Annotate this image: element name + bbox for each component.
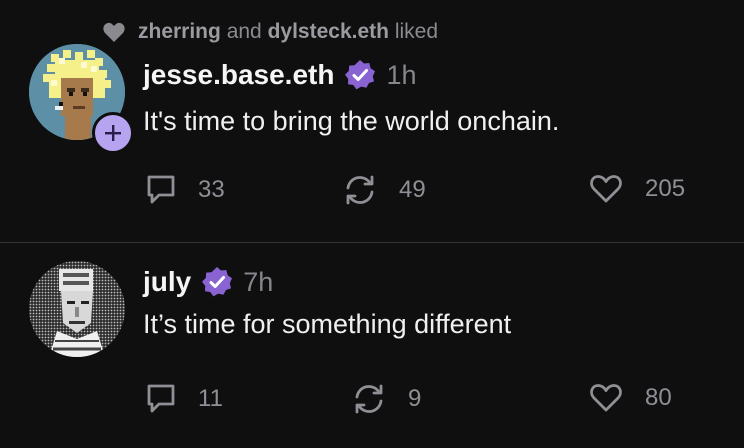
like-count: 80 — [645, 384, 672, 411]
like-heart-icon — [590, 384, 622, 412]
comment-icon — [147, 175, 175, 204]
avatar-image — [29, 261, 125, 357]
like-heart-icon — [590, 175, 622, 203]
cast-header: jesse.base.eth 1h — [143, 56, 417, 94]
cast-text: It's time to bring the world onchain. — [143, 106, 560, 136]
like-button[interactable]: 205 — [589, 174, 685, 204]
verified-icon — [345, 60, 376, 90]
reply-button[interactable]: 11 — [146, 383, 223, 415]
reply-count: 11 — [198, 385, 223, 412]
recast-icon — [346, 175, 374, 205]
username[interactable]: july — [143, 266, 191, 298]
recast-count: 49 — [399, 176, 426, 203]
reply-count: 33 — [198, 176, 225, 203]
heart-icon — [103, 22, 125, 42]
feed: zherring and dylsteck.eth liked jesse.ba… — [0, 0, 744, 448]
cast-header: july 7h — [143, 263, 273, 301]
liked-by-text: zherring and dylsteck.eth liked — [138, 20, 438, 44]
cast-item[interactable]: jesse.base.eth 1h It's time to bring the… — [0, 44, 744, 242]
avatar[interactable] — [29, 261, 125, 357]
liked-by-conjunction: and — [226, 20, 262, 43]
recast-button[interactable]: 49 — [343, 174, 426, 206]
recast-count: 9 — [408, 385, 422, 412]
liked-by-user-2[interactable]: dylsteck.eth — [268, 20, 389, 43]
timestamp: 1h — [386, 59, 417, 90]
comment-icon — [147, 384, 175, 413]
like-button[interactable]: 80 — [589, 383, 672, 413]
cast-text: It’s time for something different — [143, 309, 512, 339]
recast-button[interactable]: 9 — [352, 383, 421, 415]
follow-button[interactable] — [92, 112, 134, 154]
username[interactable]: jesse.base.eth — [143, 59, 334, 91]
cast-item[interactable]: july 7h It’s time for something differen… — [0, 243, 744, 448]
liked-by-user-1[interactable]: zherring — [138, 20, 221, 43]
plus-icon — [105, 125, 121, 141]
reply-button[interactable]: 33 — [146, 174, 225, 206]
timestamp: 7h — [243, 266, 274, 297]
verified-icon — [202, 267, 233, 297]
liked-by-context: zherring and dylsteck.eth liked — [102, 18, 438, 46]
liked-by-suffix: liked — [394, 20, 439, 43]
recast-icon — [355, 384, 383, 414]
like-count: 205 — [645, 175, 686, 202]
